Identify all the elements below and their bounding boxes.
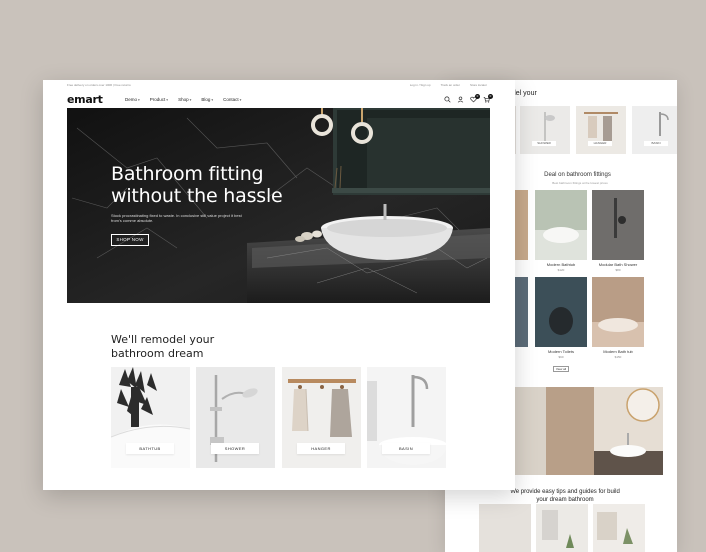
tips-heading-line1: We provide easy tips and guides for buil… [510, 489, 620, 495]
site-header: emart Demo▾ Product▾ Shop▾ Blog▾ Contact… [43, 92, 515, 108]
nav-label: Contact [223, 97, 239, 102]
product-image [592, 277, 644, 347]
back-card-hanger-label: HANGER [588, 141, 612, 146]
back-card-basin[interactable]: BASIN [632, 106, 677, 154]
nav-item-contact[interactable]: Contact▾ [223, 97, 241, 102]
login-link[interactable]: Log in / Sign up [410, 83, 431, 87]
product-image [592, 190, 644, 260]
basin-button[interactable]: BASIN [382, 443, 430, 454]
product-name: Modern Bathtub [546, 262, 576, 267]
search-icon[interactable] [444, 96, 451, 103]
remodel-heading-line1: We'll remodel your [111, 333, 215, 346]
category-card-shower[interactable]: SHOWER [196, 367, 275, 468]
remodel-heading: We'll remodel your bathroom dream [111, 333, 214, 361]
back-page-category-cards: SHOWER HANGER BASIN [520, 106, 677, 154]
track-order-link[interactable]: Track an order [441, 83, 460, 87]
category-card-hanger[interactable]: HANGER [282, 367, 361, 468]
product-card[interactable]: Modern Toilets $90 [535, 277, 587, 359]
hero-title-line2: without the hassle [111, 185, 283, 207]
main-page: Free delivery on orders over 100€ | Free… [43, 80, 515, 490]
nav-label: Product [149, 97, 166, 102]
blog-card-image[interactable] [593, 504, 645, 552]
chevron-down-icon: ▾ [166, 98, 169, 102]
logo-text: emart [67, 93, 103, 106]
banner-illustration [508, 387, 663, 475]
blog-card-image[interactable] [479, 504, 531, 552]
top-bar: Free delivery on orders over 100€ | Free… [43, 80, 515, 89]
product-price: $80 [615, 268, 621, 272]
nav-label: Blog [201, 97, 211, 102]
blog-card-image[interactable] [536, 504, 588, 552]
back-card-hanger[interactable]: HANGER [576, 106, 626, 154]
hero-title-line1: Bathroom fitting [111, 163, 264, 185]
remodel-heading-line2: bathroom dream [111, 347, 204, 360]
cart-count-badge: 0 [488, 94, 493, 99]
top-bar-links: Log in / Sign up Track an order Store lo… [410, 83, 487, 87]
product-name: Modern Bath tub [603, 349, 633, 354]
chevron-down-icon: ▾ [211, 98, 214, 102]
category-card-bathtub[interactable]: BATHTUB [111, 367, 190, 468]
bathroom-banner-image [508, 387, 663, 475]
top-bar-message: Free delivery on orders over 100€ | Free… [67, 83, 131, 87]
hero-banner: Bathroom fitting without the hassle Stoc… [67, 108, 490, 303]
blog-image [593, 504, 645, 552]
nav-item-demo[interactable]: Demo▾ [125, 97, 140, 102]
chevron-down-icon: ▾ [239, 98, 242, 102]
product-card[interactable]: Modern Bathtub $120 [535, 190, 587, 272]
shop-now-button[interactable]: SHOP NOW [111, 234, 149, 246]
hanger-button[interactable]: HANGER [297, 443, 345, 454]
product-card[interactable]: Modern Bath tub $150 [592, 277, 644, 359]
nav-label: Demo [125, 97, 138, 102]
nav-item-blog[interactable]: Blog▾ [201, 97, 213, 102]
cart-icon[interactable]: 0 [483, 94, 493, 103]
shower-image [520, 106, 570, 154]
nav-item-shop[interactable]: Shop▾ [178, 97, 191, 102]
blog-image [536, 504, 588, 552]
logo[interactable]: emart [67, 93, 103, 106]
basin-image [632, 106, 677, 154]
nav-item-product[interactable]: Product▾ [150, 97, 168, 102]
user-icon[interactable] [457, 96, 464, 103]
deals-subtitle: Best bathroom fittings at the lowest pri… [552, 181, 608, 185]
product-card[interactable]: Modular Bath Shower $80 [592, 190, 644, 272]
back-card-shower-label: SHOWER [532, 141, 556, 146]
view-all-button[interactable]: View all [553, 366, 569, 372]
hero-title: Bathroom fitting without the hassle [111, 163, 283, 207]
deals-title: Deal on bathroom fittings [544, 172, 611, 178]
main-nav: Demo▾ Product▾ Shop▾ Blog▾ Contact▾ [125, 97, 241, 102]
product-image [535, 190, 587, 260]
tips-heading: We provide easy tips and guides for buil… [505, 488, 625, 504]
wishlist-icon[interactable]: 0 [470, 94, 480, 103]
nav-label: Shop [178, 97, 189, 102]
product-price: $150 [614, 355, 622, 359]
chevron-down-icon: ▾ [189, 98, 192, 102]
product-name: Modern Toilets [548, 349, 574, 354]
bathtub-button[interactable]: BATHTUB [126, 443, 174, 454]
header-icons: 0 0 [444, 94, 493, 103]
back-card-shower[interactable]: SHOWER [520, 106, 570, 154]
hero-description: Stock procrastinating fixed to waste. In… [111, 213, 242, 223]
product-name: Modular Bath Shower [598, 262, 638, 267]
category-card-basin[interactable]: BASIN [367, 367, 446, 468]
wishlist-count-badge: 0 [475, 94, 480, 99]
hanger-image [576, 106, 626, 154]
product-price: $120 [557, 268, 565, 272]
tips-heading-line2: your dream bathroom [536, 497, 594, 503]
shower-button[interactable]: SHOWER [211, 443, 259, 454]
product-price: $90 [558, 355, 564, 359]
store-locator-link[interactable]: Store locator [470, 83, 487, 87]
product-image [535, 277, 587, 347]
back-card-basin-label: BASIN [644, 141, 668, 146]
chevron-down-icon: ▾ [138, 98, 140, 102]
